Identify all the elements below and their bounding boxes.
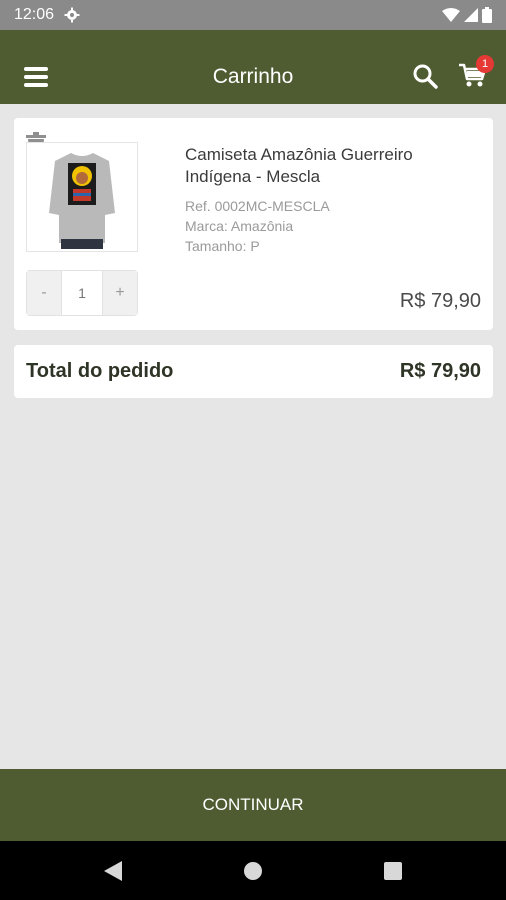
wifi-icon	[442, 8, 460, 22]
search-icon[interactable]	[412, 63, 438, 89]
order-total-value: R$ 79,90	[399, 360, 481, 382]
cart-count-badge: 1	[476, 55, 494, 73]
product-details: Ref. 0002MC-MESCLA Marca: Amazônia Taman…	[185, 196, 330, 256]
product-brand: Marca: Amazônia	[185, 218, 294, 234]
battery-icon	[482, 7, 492, 23]
continue-button[interactable]: CONTINUAR	[0, 769, 506, 841]
quantity-stepper: - 1 +	[26, 270, 138, 316]
quantity-value[interactable]: 1	[61, 271, 103, 315]
status-indicators	[442, 7, 492, 23]
settings-gear-icon	[64, 7, 80, 23]
signal-icon	[464, 8, 478, 22]
home-icon[interactable]	[244, 862, 262, 880]
decrease-quantity-button[interactable]: -	[27, 271, 61, 315]
product-name[interactable]: Camiseta Amazônia Guerreiro Indígena - M…	[185, 144, 475, 188]
increase-quantity-button[interactable]: +	[103, 271, 137, 315]
status-time: 12:06	[14, 6, 55, 23]
tshirt-image-icon	[27, 143, 137, 251]
product-thumbnail[interactable]	[26, 142, 138, 252]
order-total-label: Total do pedido	[26, 360, 174, 382]
order-total-card: Total do pedido R$ 79,90	[14, 345, 493, 398]
back-icon[interactable]	[104, 861, 122, 881]
product-ref: Ref. 0002MC-MESCLA	[185, 198, 330, 214]
status-bar: 12:06	[0, 0, 506, 30]
product-size: Tamanho: P	[185, 238, 260, 254]
recents-icon[interactable]	[384, 862, 402, 880]
cart-item-card: - 1 + Camiseta Amazônia Guerreiro Indíge…	[14, 118, 493, 330]
item-price: R$ 79,90	[399, 290, 481, 312]
